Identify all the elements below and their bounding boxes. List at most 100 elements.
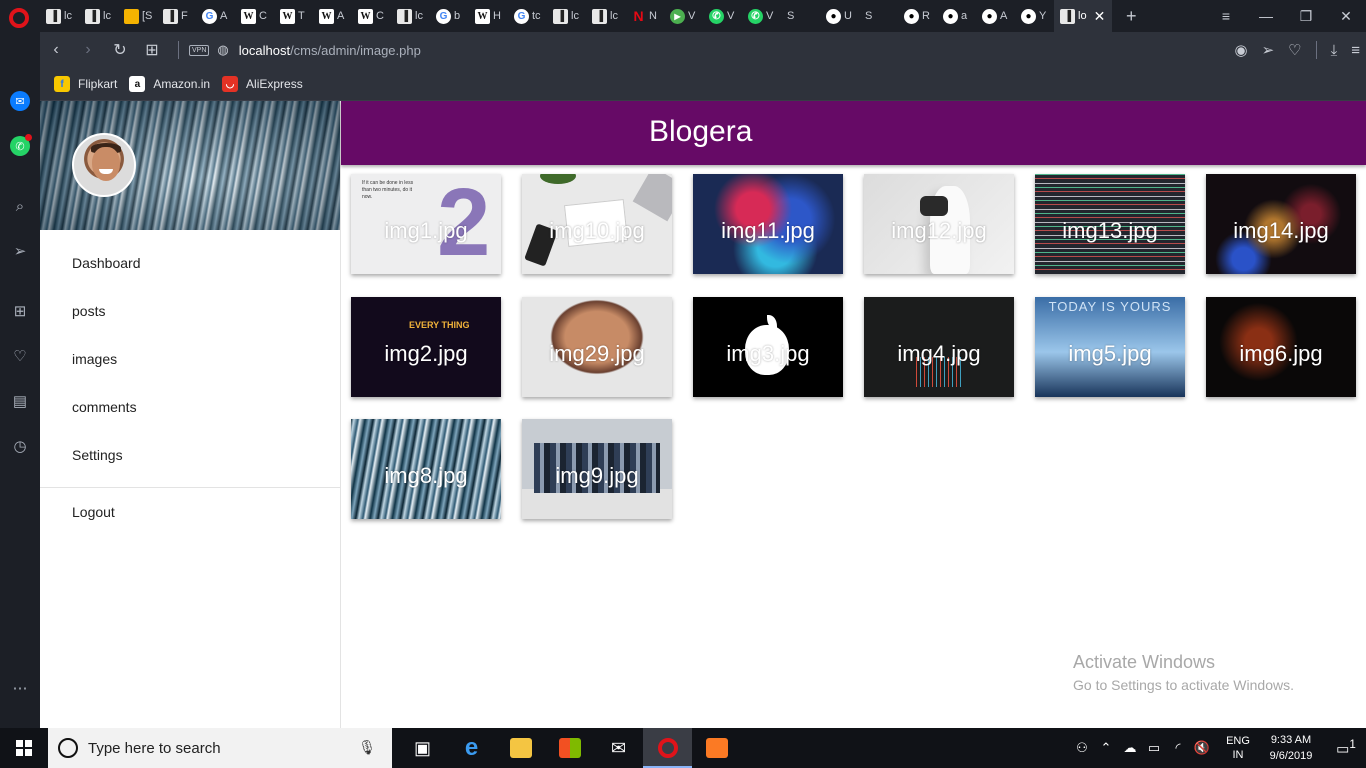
news-icon[interactable]: ▤	[8, 389, 32, 413]
image-card[interactable]: img13.jpg	[1035, 174, 1185, 274]
image-card[interactable]: img8.jpg	[351, 419, 501, 519]
onedrive-icon[interactable]: ☁	[1118, 740, 1142, 756]
browser-tab[interactable]: ● Y	[1015, 0, 1054, 32]
sidebar-item-images[interactable]: images	[40, 335, 340, 383]
browser-tab[interactable]: ▐ lc	[586, 0, 625, 32]
image-card[interactable]: TODAY IS YOURS img5.jpg	[1035, 296, 1185, 397]
xampp-icon[interactable]	[692, 728, 741, 768]
opera-logo-icon[interactable]	[9, 8, 29, 28]
vpn-badge-icon[interactable]: VPN	[189, 44, 210, 56]
browser-tab[interactable]: ▦S	[51, 0, 898, 88]
browser-tab[interactable]: ▐ lc	[391, 0, 430, 32]
opera-taskbar-icon[interactable]	[643, 728, 692, 768]
minimize-icon[interactable]: —	[1246, 8, 1286, 24]
search-icon[interactable]: ⌕	[8, 194, 32, 218]
sidebar-item-dashboard[interactable]: Dashboard	[40, 239, 340, 287]
browser-tab[interactable]: GA	[196, 0, 235, 32]
edge-icon[interactable]: e	[447, 728, 496, 768]
file-explorer-icon[interactable]	[496, 728, 545, 768]
url-field[interactable]: localhost/cms/admin/image.php	[239, 43, 421, 58]
messenger-icon[interactable]: ✉	[10, 91, 30, 111]
image-card[interactable]: EVERY THING img2.jpg	[351, 296, 501, 397]
reload-icon[interactable]: ↻	[104, 40, 136, 60]
image-card[interactable]: img29.jpg	[522, 296, 672, 397]
avatar[interactable]	[72, 133, 136, 197]
image-card[interactable]: img11.jpg	[693, 174, 843, 274]
browser-tab[interactable]: ▐ lc	[547, 0, 586, 32]
tab-menu-icon[interactable]: ≡	[1206, 8, 1246, 24]
send-icon[interactable]: ➢	[8, 239, 32, 263]
browser-tab[interactable]: WA	[313, 0, 352, 32]
browser-tab[interactable]: ● R	[898, 0, 937, 32]
wifi-icon[interactable]: ◜	[1166, 740, 1190, 756]
browser-tab[interactable]: ● a	[937, 0, 976, 32]
image-card[interactable]: img10.jpg	[522, 174, 672, 274]
task-view-icon[interactable]: ▣	[398, 728, 447, 768]
volume-muted-icon[interactable]: 🔇	[1190, 740, 1214, 756]
language-indicator[interactable]: ENG IN	[1220, 734, 1256, 762]
speed-dial-icon[interactable]: ⊞	[8, 299, 32, 323]
active-tab[interactable]: ▐ lo ✕	[1054, 0, 1112, 32]
browser-tab[interactable]: WT	[274, 0, 313, 32]
bookmark-aliexpress[interactable]: ◡ AliExpress	[222, 76, 303, 92]
image-card[interactable]: img3.jpg	[693, 296, 843, 397]
people-icon[interactable]: ⚇	[1070, 740, 1094, 756]
tab-grid-icon[interactable]: ⊞	[136, 40, 168, 60]
site-header: Blogera	[341, 101, 1366, 165]
image-card[interactable]: img9.jpg	[522, 419, 672, 519]
browser-tab[interactable]: WH	[469, 0, 508, 32]
browser-tab[interactable]: ● A	[976, 0, 1015, 32]
more-icon[interactable]: ⋯	[8, 676, 32, 700]
browser-tab[interactable]: ● U	[820, 0, 859, 32]
heart-icon[interactable]: ♡	[1288, 41, 1301, 59]
browser-tab[interactable]: ▶ V	[664, 0, 703, 32]
image-card[interactable]: If it can be done in less than two minut…	[351, 174, 501, 274]
microphone-icon[interactable]: 🎙	[358, 739, 376, 756]
restore-icon[interactable]: ❐	[1286, 8, 1326, 25]
browser-tab[interactable]: Gb	[430, 0, 469, 32]
history-icon[interactable]: ◷	[8, 434, 32, 458]
browser-tab[interactable]: ▐ lc	[40, 0, 79, 32]
back-icon[interactable]: ‹	[40, 41, 72, 59]
browser-tab[interactable]: Gtc	[508, 0, 547, 32]
browser-tab[interactable]: ▦S	[51, 0, 820, 88]
start-button[interactable]	[0, 728, 48, 768]
taskbar-search-input[interactable]: Type here to search 🎙	[48, 728, 392, 768]
bookmark-amazon-in[interactable]: a Amazon.in	[129, 76, 210, 92]
mail-icon[interactable]: ✉	[594, 728, 643, 768]
notification-icon[interactable]: ▭1	[1326, 738, 1366, 758]
browser-tab[interactable]: [S	[118, 0, 157, 32]
browser-tab[interactable]: WC	[235, 0, 274, 32]
camera-icon[interactable]: ◉	[1234, 41, 1247, 59]
whatsapp-icon[interactable]: ✆	[10, 134, 32, 156]
close-icon[interactable]: ✕	[1094, 8, 1106, 25]
picture-icon	[124, 8, 139, 24]
sidebar-item-comments[interactable]: comments	[40, 383, 340, 431]
image-card[interactable]: img14.jpg	[1206, 174, 1356, 274]
browser-tab[interactable]: ✆ V	[742, 0, 781, 32]
browser-tab[interactable]: ▐ F	[157, 0, 196, 32]
browser-tab[interactable]: ✆ V	[703, 0, 742, 32]
share-icon[interactable]: ➢	[1262, 41, 1275, 59]
browser-tab[interactable]: ▐ lc	[79, 0, 118, 32]
window-close-icon[interactable]: ✕	[1326, 8, 1366, 25]
browser-tab[interactable]: WC	[352, 0, 391, 32]
download-icon[interactable]: ⤓	[1331, 42, 1338, 59]
image-card[interactable]: img4.jpg	[864, 296, 1014, 397]
browser-tab[interactable]: NN	[625, 0, 664, 32]
heart-icon[interactable]: ♡	[8, 344, 32, 368]
store-icon[interactable]	[545, 728, 594, 768]
image-card[interactable]: img12.jpg	[864, 174, 1014, 274]
image-card[interactable]: img6.jpg	[1206, 296, 1356, 397]
clock[interactable]: 9:33 AM 9/6/2019	[1256, 732, 1326, 764]
easy-setup-icon[interactable]: ≡	[1351, 42, 1360, 59]
sidebar-item-settings[interactable]: Settings	[40, 431, 340, 479]
new-tab-icon[interactable]: +	[1126, 6, 1137, 27]
logout-link[interactable]: Logout	[40, 488, 340, 536]
sidebar-item-posts[interactable]: posts	[40, 287, 340, 335]
image-caption: img8.jpg	[384, 463, 468, 488]
chevron-up-icon[interactable]: ⌃	[1094, 740, 1118, 756]
forward-icon[interactable]: ›	[72, 41, 104, 59]
battery-icon[interactable]: ▭	[1142, 740, 1166, 756]
bookmark-flipkart[interactable]: f Flipkart	[54, 76, 117, 92]
